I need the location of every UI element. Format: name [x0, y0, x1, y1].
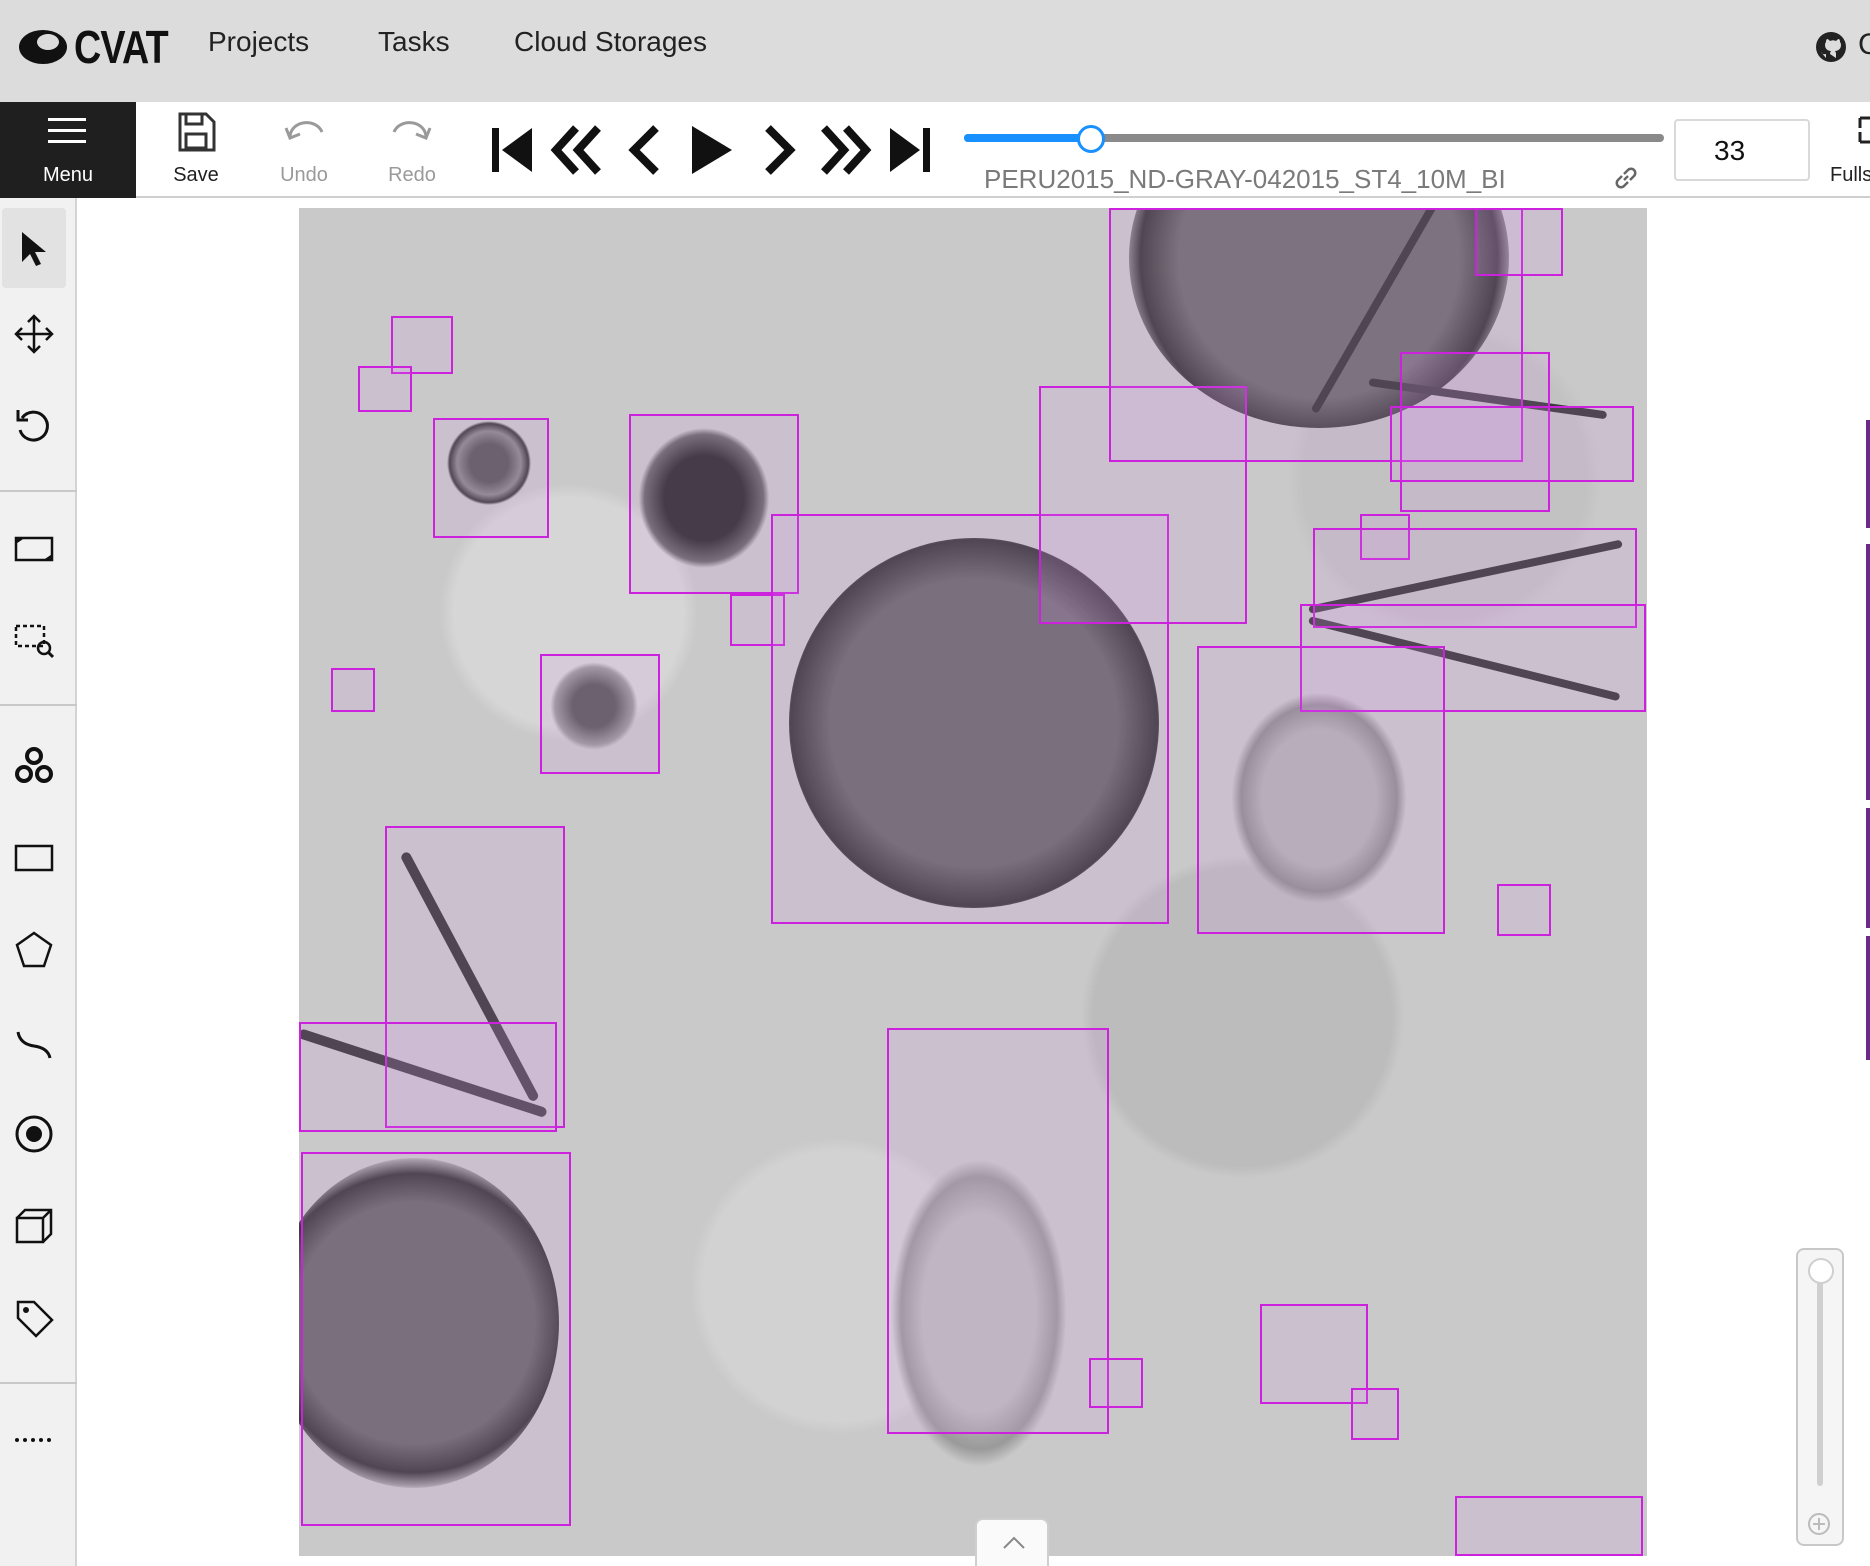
annotation-box[interactable]: [540, 654, 660, 774]
last-frame-icon[interactable]: [882, 118, 938, 182]
zoom-slider-track[interactable]: [1817, 1268, 1823, 1486]
cursor-tool-button[interactable]: [2, 208, 66, 288]
redo-label: Redo: [388, 164, 436, 186]
cvat-logo[interactable]: CVAT: [18, 21, 188, 73]
nav-tasks[interactable]: Tasks: [378, 26, 450, 58]
fullscreen-icon[interactable]: [1858, 116, 1870, 144]
annotation-box[interactable]: [1351, 1388, 1399, 1440]
annotation-box[interactable]: [301, 1152, 571, 1526]
hamburger-icon: [48, 118, 86, 143]
fullscreen-label: Fullscreen: [1830, 164, 1870, 186]
frame-slider[interactable]: [964, 125, 1664, 153]
microscopy-image[interactable]: [299, 208, 1647, 1556]
tag-icon: [16, 1300, 54, 1338]
side-panel-edge: [1866, 808, 1870, 928]
back-step-icon[interactable]: [550, 118, 606, 182]
next-icon[interactable]: [750, 118, 806, 182]
first-frame-icon[interactable]: [484, 118, 540, 182]
annotation-box[interactable]: [299, 1022, 557, 1132]
zoom-slider-thumb[interactable]: [1808, 1258, 1834, 1284]
annotation-box[interactable]: [1197, 646, 1445, 934]
top-header: CVAT Projects Tasks Cloud Storages C: [0, 0, 1870, 102]
save-button[interactable]: Save: [146, 102, 246, 198]
frame-number-input[interactable]: 33: [1674, 119, 1810, 181]
rectangle-icon: [14, 844, 54, 872]
polygon-icon: [15, 931, 53, 968]
rectangle-tool-button[interactable]: [0, 818, 75, 898]
rotate-tool-button[interactable]: [0, 386, 75, 466]
more-tools-button[interactable]: [0, 1398, 75, 1478]
nav-cloud-storages[interactable]: Cloud Storages: [514, 26, 707, 58]
play-icon[interactable]: [684, 118, 740, 182]
ai-tools-icon: [15, 747, 53, 783]
rotate-icon: [16, 410, 49, 442]
polyline-tool-button[interactable]: [0, 1002, 75, 1082]
menu-button[interactable]: Menu: [0, 102, 136, 198]
annotation-box[interactable]: [1497, 884, 1551, 936]
side-panel-edge: [1866, 544, 1870, 800]
zoom-in-icon[interactable]: [1807, 1512, 1831, 1536]
annotation-box[interactable]: [1390, 406, 1634, 482]
undo-label: Undo: [280, 164, 328, 186]
sidebar-separator: [0, 1382, 77, 1384]
polyline-icon: [16, 1031, 52, 1059]
annotation-box[interactable]: [331, 668, 375, 712]
annotation-box[interactable]: [433, 418, 549, 538]
points-tool-button[interactable]: [0, 1094, 75, 1174]
header-clipped-text: C: [1858, 28, 1870, 61]
frame-slider-fill: [964, 134, 1090, 142]
fit-image-icon: [14, 536, 54, 562]
zoom-region-button[interactable]: [0, 600, 75, 680]
undo-icon: [284, 121, 324, 140]
frame-filename: PERU2015_ND-GRAY-042015_ST4_10M_BI: [984, 164, 1506, 194]
ai-tools-button[interactable]: [0, 726, 75, 806]
fit-image-button[interactable]: [0, 508, 75, 588]
side-panel-edge: [1866, 936, 1870, 1060]
sidebar-separator: [0, 490, 77, 492]
nav-projects[interactable]: Projects: [208, 26, 309, 58]
annotation-toolbar: Menu Save Undo Redo: [0, 102, 1870, 198]
annotation-box[interactable]: [887, 1028, 1109, 1434]
move-tool-button[interactable]: [0, 294, 75, 374]
cuboid-icon: [15, 1208, 53, 1244]
controls-sidebar: [0, 198, 77, 1566]
zoom-slider-panel: [1796, 1248, 1844, 1546]
save-label: Save: [173, 164, 219, 186]
polygon-tool-button[interactable]: [0, 910, 75, 990]
menu-label: Menu: [42, 164, 94, 186]
redo-icon: [392, 121, 432, 140]
annotation-box[interactable]: [1455, 1496, 1643, 1556]
annotation-box[interactable]: [358, 366, 412, 412]
previous-icon[interactable]: [618, 118, 674, 182]
zoom-region-icon: [14, 624, 54, 659]
logo-text: CVAT: [74, 21, 169, 73]
cuboid-tool-button[interactable]: [0, 1186, 75, 1266]
points-icon: [15, 1115, 53, 1153]
collapse-panel-tab[interactable]: [975, 1518, 1049, 1566]
save-icon: [178, 112, 216, 152]
annotation-box[interactable]: [1475, 208, 1563, 276]
annotation-box[interactable]: [1089, 1358, 1143, 1408]
cvat-eye-icon: [19, 30, 67, 64]
link-icon[interactable]: [1612, 164, 1640, 192]
frame-slider-thumb[interactable]: [1077, 125, 1105, 153]
forward-step-icon[interactable]: [816, 118, 872, 182]
undo-button[interactable]: Undo: [254, 102, 354, 198]
tag-tool-button[interactable]: [0, 1278, 75, 1358]
cursor-icon: [22, 232, 46, 266]
more-icon: [15, 1438, 51, 1442]
sidebar-separator: [0, 704, 77, 706]
chevron-up-icon: [1003, 1536, 1025, 1549]
redo-button[interactable]: Redo: [362, 102, 462, 198]
github-icon[interactable]: [1815, 31, 1847, 63]
side-panel-edge: [1866, 420, 1870, 528]
move-icon: [14, 314, 54, 354]
